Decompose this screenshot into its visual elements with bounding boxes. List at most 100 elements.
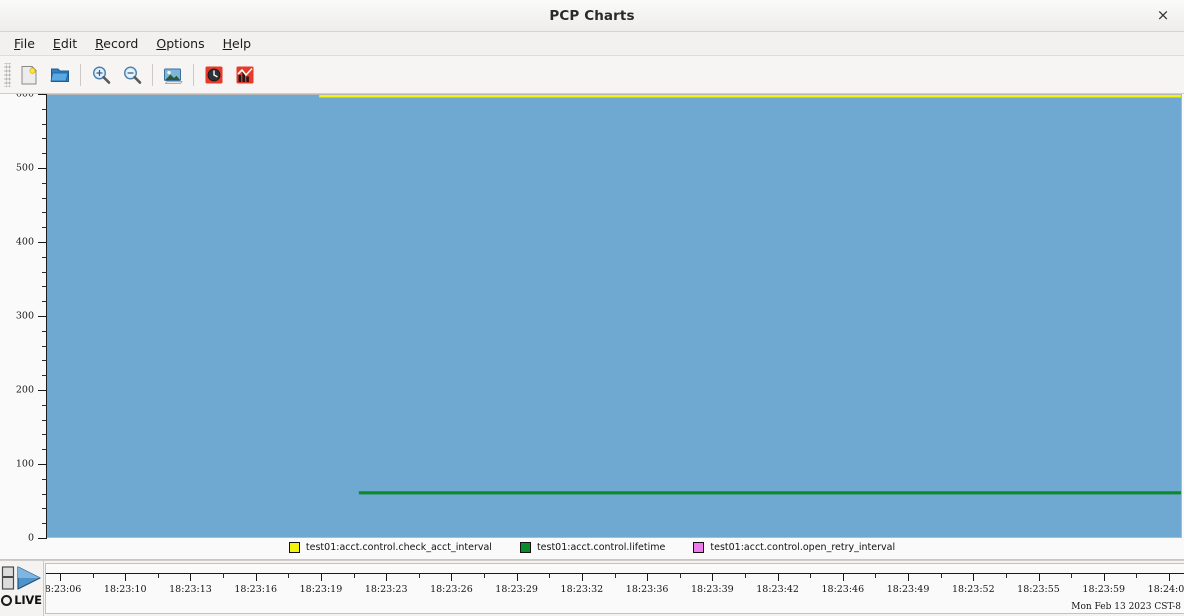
plot-svg [47, 95, 1181, 537]
menu-bar: File Edit Record Options Help [0, 32, 1184, 56]
timeline-tick-major [647, 573, 649, 581]
close-icon[interactable]: × [1150, 5, 1176, 27]
legend-label: test01:acct.control.lifetime [536, 542, 666, 553]
legend-item[interactable]: test01:acct.control.open_retry_interval [693, 542, 895, 553]
menu-help[interactable]: Help [214, 34, 261, 54]
toolbar-new-plot[interactable] [230, 61, 260, 89]
y-tick-major [38, 464, 47, 465]
plot-fill-area [47, 95, 1181, 537]
timeline-tick-label: 18:23:16 [234, 584, 278, 595]
y-axis: 0 100 200 300 400 500 600 [0, 94, 47, 544]
timeline-tick-minor [744, 573, 746, 578]
zoom-out-icon [123, 65, 142, 84]
timeline-tick-minor [614, 573, 616, 578]
play-button[interactable] [16, 565, 42, 593]
stop-button[interactable] [1, 565, 15, 593]
timeline-tick-label: 18:23:52 [951, 584, 995, 595]
timeline-axis[interactable]: Mon Feb 13 2023 CST-8 18:23:06 18:23:10 18… [45, 563, 1184, 614]
chart-area: 0 100 200 300 400 500 600 test01:acct.control.… [0, 94, 1184, 560]
live-label: LIVE [14, 593, 42, 607]
timeline-tick-label: 18:23:49 [886, 584, 930, 595]
timeline-tick-label: 18:24:02 [1147, 584, 1184, 595]
timeline-tick-label: 18:23:39 [691, 584, 734, 595]
legend-label: test01:acct.control.check_acct_interval [305, 542, 492, 553]
toolbar-separator-3 [193, 63, 194, 86]
y-tick-major [38, 389, 47, 391]
legend-item[interactable]: test01:acct.control.check_acct_interval [288, 542, 492, 553]
window-title: PCP Charts [549, 7, 635, 24]
timeline-tick-major [581, 573, 583, 581]
timeline-tick-major [1169, 573, 1170, 581]
timeline-tick-major [320, 573, 322, 581]
y-tick-label: 100 [15, 458, 34, 470]
timeline-tick-major [190, 573, 192, 581]
y-tick-label: 0 [27, 532, 34, 544]
toolbar-grip[interactable] [4, 62, 11, 87]
timeline-tick-major [712, 573, 714, 581]
chart-legend: test01:acct.control.check_acct_interval t… [0, 538, 1184, 560]
timeline-tick-minor [418, 573, 420, 578]
toolbar-open-view[interactable] [45, 61, 75, 89]
plot-canvas[interactable] [47, 94, 1182, 538]
timeline-tick-minor [810, 573, 812, 578]
timeline-tick-label: 18:23:42 [756, 584, 799, 595]
menu-record[interactable]: Record [86, 34, 147, 54]
y-tick-label: 500 [15, 162, 34, 174]
new-chart-icon [21, 65, 37, 84]
pcp-charts-window: PCP Charts × File Edit Record Options Help [0, 0, 1184, 616]
timeline-tick-label: 18:23:06 [45, 584, 82, 595]
timeline-tick-minor [92, 573, 94, 578]
timeline-date-label: Mon Feb 13 2023 CST-8 [1071, 602, 1181, 612]
timeline-tick-label: 18:23:13 [169, 584, 212, 595]
toolbar-separator-2 [152, 63, 153, 86]
timeline-tick-label: 18:23:32 [560, 584, 604, 595]
timeline-tick-label: 18:23:23 [364, 584, 408, 595]
toolbar-new-chart[interactable] [14, 61, 44, 89]
open-view-icon [50, 68, 69, 82]
y-tick-label: 600 [15, 94, 34, 100]
timeline-tick-label: 18:23:29 [495, 584, 538, 595]
y-tick-major [38, 241, 47, 243]
timeline-tick-minor [223, 573, 225, 578]
legend-swatch-icon [519, 542, 531, 553]
timeline-tick-label: 18:23:59 [1082, 584, 1126, 595]
title-bar: PCP Charts × [0, 0, 1184, 32]
timeline-tick-minor [875, 573, 877, 578]
toolbar-record[interactable] [199, 61, 229, 89]
timeline-tick-major [842, 573, 844, 581]
zoom-in-icon [92, 65, 111, 84]
timeline-tick-major [451, 573, 453, 581]
live-indicator[interactable]: LIVE [1, 593, 42, 607]
timeline-tick-label: 18:23:46 [821, 584, 865, 595]
timeline-tick-minor [940, 573, 942, 578]
timeline-tick-label: 18:23:10 [103, 584, 147, 595]
timeline-tick-minor [484, 573, 486, 578]
timeline-tick-minor [1136, 573, 1138, 578]
timeline-tick-major [1038, 573, 1040, 581]
y-tick-major [38, 316, 47, 317]
timeline-tick-major [516, 573, 518, 581]
timeline-tick-minor [288, 573, 290, 578]
timeline-tick-minor [549, 573, 551, 578]
menu-edit[interactable]: Edit [44, 34, 86, 54]
timeline-tick-major [386, 573, 388, 581]
toolbar-separator-1 [80, 63, 81, 86]
record-icon [205, 66, 223, 83]
chart-row: 0 100 200 300 400 500 600 [0, 94, 1184, 544]
transport-buttons [1, 564, 42, 594]
y-tick-major [38, 94, 47, 95]
timeline-tick-major [777, 573, 779, 581]
legend-item[interactable]: test01:acct.control.lifetime [519, 542, 666, 553]
toolbar-snapshot[interactable] [158, 61, 188, 89]
snapshot-icon [164, 68, 183, 84]
toolbar [0, 56, 1184, 94]
timeline-tick-label: 18:23:19 [299, 584, 343, 595]
menu-file[interactable]: File [5, 34, 44, 54]
legend-label: test01:acct.control.open_retry_interval [710, 542, 896, 553]
toolbar-zoom-in[interactable] [86, 61, 116, 89]
menu-options[interactable]: Options [147, 34, 213, 54]
timeline-tick-major [60, 573, 61, 581]
toolbar-zoom-out[interactable] [117, 61, 147, 89]
timeline-tick-major [255, 573, 257, 581]
y-tick-major [38, 538, 47, 539]
